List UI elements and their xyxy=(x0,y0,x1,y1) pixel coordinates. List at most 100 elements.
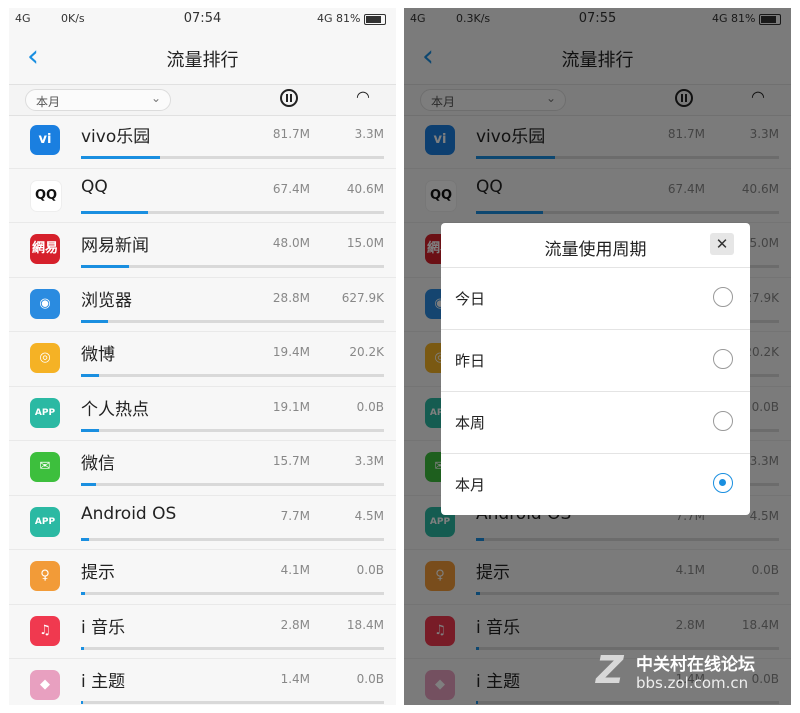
usage-bar xyxy=(81,537,384,541)
wifi-usage: 627.9K xyxy=(341,290,384,305)
mobile-usage: 4.1M xyxy=(280,563,310,577)
wifi-usage: 15.0M xyxy=(346,236,384,250)
app-row[interactable]: ✉ 微信 15.7M 3.3M xyxy=(9,441,396,496)
usage-bar xyxy=(81,374,384,377)
usage-bar-fill xyxy=(81,374,100,377)
app-row[interactable]: ◉ 浏览器 28.8M 627.9K xyxy=(9,278,396,332)
usage-bar-fill xyxy=(81,265,130,268)
mobile-usage: 81.7M xyxy=(272,127,310,141)
period-dialog: 流量使用周期 ✕ 今日昨日本周本月 xyxy=(441,223,750,515)
usage-bar xyxy=(81,592,384,595)
wifi-usage: 40.6M xyxy=(346,181,384,196)
period-select-label: 本月 xyxy=(36,95,61,109)
usage-bar-fill xyxy=(81,210,148,214)
mobile-usage: 28.8M xyxy=(272,290,310,305)
app-name: 网易新闻 xyxy=(81,236,149,256)
mobile-data-icon xyxy=(280,89,298,107)
usage-bar xyxy=(81,319,384,323)
watermark-url: bbs.zol.com.cn xyxy=(636,674,749,692)
usage-bar xyxy=(81,265,384,268)
left-screen: 4G 0K/s 07:54 4G 81% ‹ 流量排行 本月 ⌄ ◠ vi viv… xyxy=(9,8,396,705)
app-icon: 網易 xyxy=(30,234,60,264)
dialog-options: 今日昨日本周本月 xyxy=(441,267,750,515)
app-row[interactable]: APP Android OS 7.7M 4.5M xyxy=(9,496,396,550)
app-name: 微信 xyxy=(81,454,115,474)
period-option-label: 本月 xyxy=(455,476,486,494)
radio-button[interactable] xyxy=(713,411,733,431)
watermark-brand: 中关村在线论坛 xyxy=(636,655,755,675)
header: ‹ 流量排行 xyxy=(9,30,396,84)
mobile-usage: 48.0M xyxy=(272,236,310,250)
wifi-icon: ◠ xyxy=(356,87,370,106)
usage-bar-fill xyxy=(81,537,89,541)
app-icon: APP xyxy=(30,397,60,428)
app-row[interactable]: ♀ 提示 4.1M 0.0B xyxy=(9,550,396,605)
wifi-usage: 20.2K xyxy=(349,345,384,359)
wifi-usage: 0.0B xyxy=(356,563,384,577)
app-name: i 主题 xyxy=(81,672,126,692)
mobile-usage: 67.4M xyxy=(272,181,310,196)
period-option-label: 今日 xyxy=(455,290,486,308)
app-name: 个人热点 xyxy=(81,399,149,420)
period-option[interactable]: 本周 xyxy=(441,391,750,453)
status-bar: 4G 0K/s 07:54 4G 81% xyxy=(9,8,396,30)
app-icon: ♀ xyxy=(30,561,60,591)
period-option[interactable]: 本月 xyxy=(441,453,750,515)
battery-icon xyxy=(364,13,386,25)
period-option[interactable]: 昨日 xyxy=(441,329,750,391)
usage-bar xyxy=(81,646,384,650)
app-icon: vi xyxy=(30,125,60,155)
app-row[interactable]: ◆ i 主题 1.4M 0.0B xyxy=(9,659,396,705)
radio-button[interactable] xyxy=(713,349,733,369)
radio-button[interactable] xyxy=(713,473,733,493)
app-row[interactable]: ◎ 微博 19.4M 20.2K xyxy=(9,332,396,387)
usage-bar xyxy=(81,156,384,159)
status-right: 4G 81% xyxy=(317,12,386,25)
usage-bar-fill xyxy=(81,646,84,650)
usage-bar xyxy=(81,701,384,704)
zol-logo-icon: Z xyxy=(596,648,624,692)
usage-bar xyxy=(81,483,384,486)
mobile-usage: 2.8M xyxy=(280,617,310,632)
app-row[interactable]: 網易 网易新闻 48.0M 15.0M xyxy=(9,223,396,278)
app-row[interactable]: APP 个人热点 19.1M 0.0B xyxy=(9,387,396,441)
close-icon[interactable]: ✕ xyxy=(710,233,734,255)
usage-bar-fill xyxy=(81,428,100,432)
period-option[interactable]: 今日 xyxy=(441,267,750,329)
app-name: i 音乐 xyxy=(81,617,126,638)
usage-bar-fill xyxy=(81,483,97,486)
chevron-down-icon: ⌄ xyxy=(150,91,161,105)
usage-bar xyxy=(81,210,384,214)
app-name: Android OS xyxy=(81,503,177,524)
app-icon: ◎ xyxy=(30,343,60,373)
app-icon: QQ xyxy=(30,179,62,212)
app-icon: ✉ xyxy=(30,452,60,482)
usage-bar-fill xyxy=(81,701,83,704)
mobile-usage: 19.1M xyxy=(272,399,310,414)
page-title: 流量排行 xyxy=(166,50,239,71)
usage-bar-fill xyxy=(81,592,85,595)
wifi-usage: 0.0B xyxy=(356,672,384,686)
filter-bar: 本月 ⌄ ◠ xyxy=(9,84,396,116)
dialog-title: 流量使用周期 xyxy=(544,240,647,260)
period-select[interactable]: 本月 ⌄ xyxy=(25,89,171,111)
app-row[interactable]: vi vivo乐园 81.7M 3.3M xyxy=(9,114,396,169)
app-name: QQ xyxy=(81,176,108,197)
usage-bar xyxy=(81,428,384,432)
mobile-usage: 15.7M xyxy=(272,454,310,468)
usage-bar-fill xyxy=(81,156,160,159)
app-icon: ◉ xyxy=(30,288,60,319)
wifi-usage: 3.3M xyxy=(354,127,384,141)
wifi-usage: 4.5M xyxy=(354,508,384,523)
wifi-usage: 18.4M xyxy=(346,617,384,632)
right-screen: 4G 0.3K/s 07:55 4G 81% ‹ 流量排行 本月 ⌄ ◠ viv… xyxy=(404,8,791,705)
battery-label: 4G 81% xyxy=(317,12,361,25)
app-icon: APP xyxy=(30,506,60,537)
app-row[interactable]: ♫ i 音乐 2.8M 18.4M xyxy=(9,605,396,659)
app-icon: ♫ xyxy=(30,615,60,646)
period-option-label: 昨日 xyxy=(455,352,486,370)
wifi-usage: 0.0B xyxy=(356,399,384,414)
radio-button[interactable] xyxy=(713,287,733,307)
app-icon: ◆ xyxy=(30,670,60,700)
app-row[interactable]: QQ QQ 67.4M 40.6M xyxy=(9,169,396,223)
